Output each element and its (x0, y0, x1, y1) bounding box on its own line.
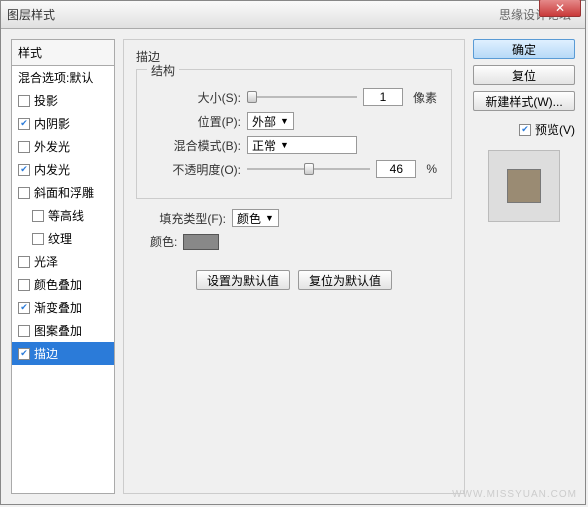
style-checkbox[interactable] (18, 164, 30, 176)
style-item-label: 内阴影 (34, 115, 70, 132)
style-item-label: 描边 (34, 345, 58, 362)
size-input[interactable] (363, 88, 403, 106)
style-item-label: 外发光 (34, 138, 70, 155)
structure-legend: 结构 (147, 62, 179, 79)
ok-button[interactable]: 确定 (473, 39, 575, 59)
close-button[interactable]: ✕ (539, 0, 581, 17)
window-title: 图层样式 (7, 6, 499, 23)
preview-toggle-row: 预览(V) (473, 121, 575, 138)
filltype-row: 填充类型(F): 颜色 ▼ (136, 209, 452, 227)
style-item-label: 斜面和浮雕 (34, 184, 94, 201)
style-item-pattern-overlay[interactable]: 图案叠加 (12, 319, 114, 342)
style-checkbox[interactable] (18, 95, 30, 107)
preview-swatch (507, 169, 541, 203)
style-item-contour[interactable]: 等高线 (12, 204, 114, 227)
size-slider[interactable] (247, 89, 357, 105)
style-checkbox[interactable] (18, 279, 30, 291)
style-item-color-overlay[interactable]: 颜色叠加 (12, 273, 114, 296)
styles-header: 样式 (12, 40, 114, 66)
reset-default-button[interactable]: 复位为默认值 (298, 270, 392, 290)
style-item-bevel[interactable]: 斜面和浮雕 (12, 181, 114, 204)
position-label: 位置(P): (151, 113, 241, 130)
style-item-label: 光泽 (34, 253, 58, 270)
chevron-down-icon: ▼ (280, 140, 289, 150)
style-item-label: 图案叠加 (34, 322, 82, 339)
chevron-down-icon: ▼ (265, 213, 274, 223)
position-select[interactable]: 外部 ▼ (247, 112, 294, 130)
defaults-row: 设置为默认值 复位为默认值 (136, 270, 452, 290)
style-item-label: 内发光 (34, 161, 70, 178)
action-panel: 确定 复位 新建样式(W)... 预览(V) (473, 39, 575, 494)
style-item-texture[interactable]: 纹理 (12, 227, 114, 250)
color-swatch[interactable] (183, 234, 219, 250)
blend-mode-value: 正常 (252, 137, 276, 154)
slider-thumb[interactable] (304, 163, 314, 175)
style-checkbox[interactable] (18, 118, 30, 130)
style-item-outer-glow[interactable]: 外发光 (12, 135, 114, 158)
opacity-row: 不透明度(O): % (151, 160, 437, 178)
opacity-unit: % (426, 162, 437, 176)
blending-options-default[interactable]: 混合选项:默认 (12, 66, 114, 89)
style-item-label: 等高线 (48, 207, 84, 224)
style-item-drop-shadow[interactable]: 投影 (12, 89, 114, 112)
filltype-select[interactable]: 颜色 ▼ (232, 209, 279, 227)
style-item-label: 渐变叠加 (34, 299, 82, 316)
style-checkbox[interactable] (18, 302, 30, 314)
slider-track (247, 96, 357, 98)
preview-checkbox[interactable] (519, 124, 531, 136)
style-item-stroke[interactable]: 描边 (12, 342, 114, 365)
layer-style-dialog: 图层样式 思缘设计论坛 ✕ 样式 混合选项:默认 投影内阴影外发光内发光斜面和浮… (0, 0, 586, 505)
reset-button[interactable]: 复位 (473, 65, 575, 85)
set-default-button[interactable]: 设置为默认值 (196, 270, 290, 290)
style-item-gradient-overlay[interactable]: 渐变叠加 (12, 296, 114, 319)
style-item-inner-shadow[interactable]: 内阴影 (12, 112, 114, 135)
filltype-label: 填充类型(F): (136, 210, 226, 227)
blend-mode-select[interactable]: 正常 ▼ (247, 136, 357, 154)
style-checkbox[interactable] (32, 210, 44, 222)
style-item-label: 投影 (34, 92, 58, 109)
style-checkbox[interactable] (18, 348, 30, 360)
panel-title: 描边 (136, 48, 452, 65)
settings-panel: 描边 结构 大小(S): 像素 位置(P): 外部 ▼ (123, 39, 465, 494)
dialog-body: 样式 混合选项:默认 投影内阴影外发光内发光斜面和浮雕等高线纹理光泽颜色叠加渐变… (1, 29, 585, 504)
new-style-button[interactable]: 新建样式(W)... (473, 91, 575, 111)
position-row: 位置(P): 外部 ▼ (151, 112, 437, 130)
opacity-slider[interactable] (247, 161, 370, 177)
blend-mode-label: 混合模式(B): (151, 137, 241, 154)
styles-list-panel: 样式 混合选项:默认 投影内阴影外发光内发光斜面和浮雕等高线纹理光泽颜色叠加渐变… (11, 39, 115, 494)
size-row: 大小(S): 像素 (151, 88, 437, 106)
style-item-inner-glow[interactable]: 内发光 (12, 158, 114, 181)
titlebar: 图层样式 思缘设计论坛 ✕ (1, 1, 585, 29)
structure-group: 结构 大小(S): 像素 位置(P): 外部 ▼ (136, 69, 452, 199)
style-checkbox[interactable] (18, 141, 30, 153)
style-checkbox[interactable] (18, 187, 30, 199)
style-item-satin[interactable]: 光泽 (12, 250, 114, 273)
color-row: 颜色: (136, 233, 452, 250)
style-item-label: 纹理 (48, 230, 72, 247)
opacity-input[interactable] (376, 160, 416, 178)
size-unit: 像素 (413, 89, 437, 106)
preview-label: 预览(V) (535, 121, 575, 138)
style-checkbox[interactable] (18, 256, 30, 268)
size-label: 大小(S): (151, 89, 241, 106)
chevron-down-icon: ▼ (280, 116, 289, 126)
preview-box (488, 150, 560, 222)
style-item-label: 颜色叠加 (34, 276, 82, 293)
close-icon: ✕ (555, 1, 565, 15)
color-label: 颜色: (150, 233, 177, 250)
style-checkbox[interactable] (18, 325, 30, 337)
style-checkbox[interactable] (32, 233, 44, 245)
blend-mode-row: 混合模式(B): 正常 ▼ (151, 136, 437, 154)
position-value: 外部 (252, 113, 276, 130)
slider-thumb[interactable] (247, 91, 257, 103)
opacity-label: 不透明度(O): (151, 161, 241, 178)
filltype-value: 颜色 (237, 210, 261, 227)
